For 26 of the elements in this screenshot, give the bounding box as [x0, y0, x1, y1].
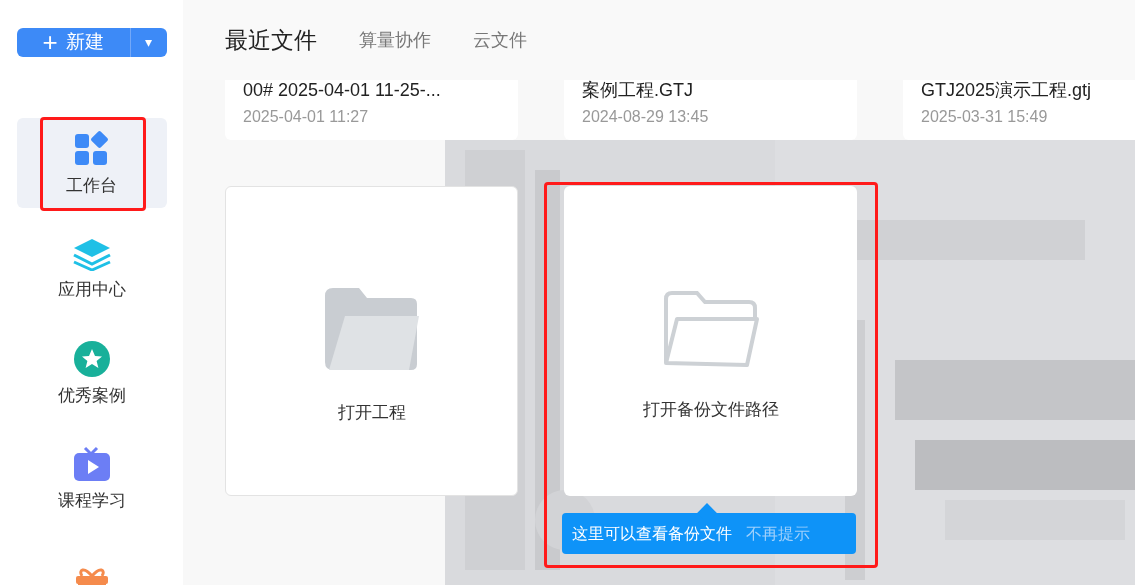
file-name: 00# 2025-04-01 11-25-... — [243, 80, 442, 100]
layers-icon — [72, 237, 111, 271]
tooltip-text: 这里可以查看备份文件 — [572, 523, 732, 544]
folder-icon — [322, 286, 421, 373]
action-card[interactable]: 打开备份文件路径 — [564, 186, 857, 496]
file-time: 2025-03-31 15:49 — [921, 108, 1049, 126]
folder-icon — [662, 289, 759, 370]
tab[interactable]: 算量协作 — [359, 26, 431, 54]
sidebar-item[interactable]: 优秀案例 — [16, 327, 167, 418]
tab[interactable]: 云文件 — [473, 26, 527, 54]
file-card[interactable]: 00# 2025-04-01 11-25-... 2025-04-01 11:27 — [225, 80, 518, 140]
file-time: 2025-04-01 11:27 — [243, 108, 370, 126]
tab[interactable]: 最近文件 — [225, 22, 317, 58]
grid-icon — [73, 131, 110, 167]
new-label: 新建 — [65, 30, 104, 54]
tv-icon — [72, 446, 111, 482]
file-card[interactable]: GTJ2025演示工程.gtj 2025-03-31 15:49 — [903, 80, 1135, 140]
sidebar-item[interactable]: 应用中心 — [16, 222, 167, 313]
plus-icon: + — [42, 29, 58, 56]
sidebar-item[interactable]: 课程学习 — [16, 432, 167, 523]
file-card[interactable]: 案例工程.GTJ 2024-08-29 13:45 — [564, 80, 857, 140]
sidebar-item[interactable]: 工作台 — [16, 117, 167, 208]
file-name: 案例工程.GTJ — [582, 80, 694, 100]
file-name: GTJ2025演示工程.gtj — [921, 80, 1093, 100]
action-card[interactable]: 打开工程 — [225, 186, 518, 496]
file-time: 2024-08-29 13:45 — [582, 108, 710, 126]
